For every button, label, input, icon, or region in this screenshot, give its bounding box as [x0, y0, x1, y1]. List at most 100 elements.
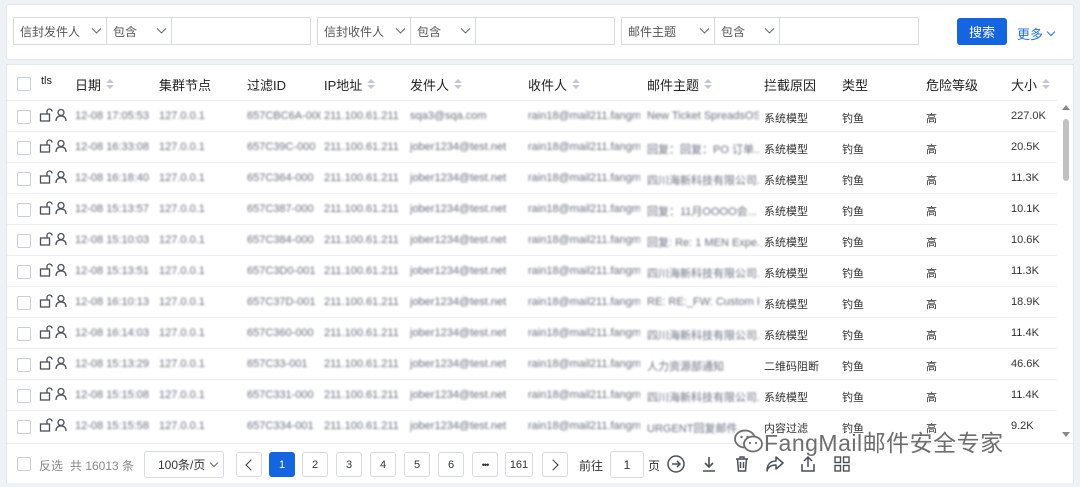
goto-arrow-icon[interactable]	[666, 454, 686, 474]
download-icon[interactable]	[699, 454, 719, 474]
scroll-thumb[interactable]	[1063, 119, 1069, 181]
cell-type: 钓鱼	[842, 268, 864, 280]
sort-icon[interactable]	[367, 79, 376, 90]
page-button[interactable]: 1	[269, 452, 295, 477]
page-button[interactable]: 161	[505, 452, 533, 477]
table-row[interactable]: 12-08 15:13:57 127.0.0.1 657C387-000 211.10…	[7, 194, 1057, 225]
col-date[interactable]: 日期	[75, 75, 115, 94]
table-row[interactable]: 12-08 15:13:51 127.0.0.1 657C3D0-001 211.10…	[7, 256, 1057, 287]
col-recipient[interactable]: 收件人	[528, 75, 581, 94]
row-checkbox[interactable]	[17, 110, 31, 124]
row-checkbox[interactable]	[17, 420, 31, 434]
more-filters-link[interactable]: 更多	[1017, 24, 1056, 43]
page-button[interactable]: 2	[302, 452, 328, 477]
cell-type: 钓鱼	[842, 330, 864, 342]
page-button[interactable]: 5	[404, 452, 430, 477]
page-size-select[interactable]: 100条/页	[144, 451, 224, 478]
sort-icon[interactable]	[572, 79, 581, 90]
cell-node: 127.0.0.1	[159, 420, 205, 432]
scroll-up-icon[interactable]	[1062, 105, 1070, 110]
filter-field-select[interactable]: 信封发件人	[13, 17, 107, 45]
cell-reason: 系统模型	[764, 392, 808, 404]
table-row[interactable]: 12-08 16:10:13 127.0.0.1 657C37D-001 211.10…	[7, 287, 1057, 318]
col-node: 集群节点	[159, 78, 212, 93]
row-checkbox[interactable]	[17, 141, 31, 155]
cell-type: 钓鱼	[842, 175, 864, 187]
row-checkbox[interactable]	[17, 327, 31, 341]
row-checkbox[interactable]	[17, 296, 31, 310]
unlock-icon	[39, 325, 53, 342]
user-icon	[55, 294, 67, 311]
filter-bar: 信封发件人 包含 信封收件人 包含 邮件主题 包含 搜索 更多	[6, 4, 1074, 60]
table-row[interactable]: 12-08 16:33:08 127.0.0.1 657C39C-000 211.10…	[7, 132, 1057, 163]
user-icon	[55, 108, 67, 125]
unlock-icon	[39, 108, 53, 125]
row-checkbox[interactable]	[17, 203, 31, 217]
watermark: FangMail邮件安全专家	[734, 424, 1004, 458]
goto-label: 前往	[579, 459, 604, 473]
page-button[interactable]: 3	[336, 452, 362, 477]
invert-select-checkbox[interactable]	[17, 457, 31, 471]
cell-sender: jober1234@test.net	[410, 420, 507, 432]
row-checkbox[interactable]	[17, 265, 31, 279]
page-ellipsis-button[interactable]: •••	[472, 452, 498, 477]
col-ip[interactable]: IP地址	[324, 75, 376, 94]
filter-field-select[interactable]: 邮件主题	[621, 17, 715, 45]
filter-value-input[interactable]	[171, 17, 311, 45]
cell-reason: 二维码阻断	[764, 361, 819, 373]
cell-ip: 211.100.61.211	[324, 389, 399, 401]
col-sender[interactable]: 发件人	[410, 75, 463, 94]
invert-select-label[interactable]: 反选	[39, 457, 63, 474]
cell-node: 127.0.0.1	[159, 234, 205, 246]
row-checkbox[interactable]	[17, 172, 31, 186]
cell-fid: 657C334-001	[247, 420, 314, 432]
vertical-scrollbar[interactable]	[1059, 101, 1073, 443]
cell-size: 227.0K	[1011, 110, 1046, 122]
page-button[interactable]: 4	[370, 452, 396, 477]
cell-type: 钓鱼	[842, 113, 864, 125]
page-button[interactable]: 6	[438, 452, 464, 477]
cell-node: 127.0.0.1	[159, 265, 205, 277]
table-row[interactable]: 12-08 16:18:40 127.0.0.1 657C364-000 211.10…	[7, 163, 1057, 194]
cell-date: 12-08 16:18:40	[75, 172, 150, 184]
cell-size: 18.9K	[1011, 296, 1040, 308]
filter-op-select[interactable]: 包含	[410, 17, 476, 45]
filter-value-input[interactable]	[475, 17, 615, 45]
table-row[interactable]: 12-08 15:13:29 127.0.0.1 657C33-001 211.100…	[7, 349, 1057, 380]
cell-subject: 回复：11月OOOO会...	[647, 206, 757, 218]
table-header: tls 日期 集群节点 过滤ID IP地址 发件人 收件人 邮件主题 拦截原因 …	[7, 65, 1057, 101]
cell-ip: 211.100.61.211	[324, 327, 399, 339]
filter-value-input[interactable]	[779, 17, 919, 45]
filter-field-select[interactable]: 信封收件人	[317, 17, 411, 45]
sort-icon[interactable]	[454, 79, 463, 90]
next-page-button[interactable]	[542, 452, 568, 477]
row-checkbox[interactable]	[17, 234, 31, 248]
col-size[interactable]: 大小	[1011, 75, 1051, 94]
user-icon	[55, 232, 67, 249]
sort-icon[interactable]	[1042, 79, 1051, 90]
table-row[interactable]: 12-08 15:15:08 127.0.0.1 657C331-000 211.10…	[7, 380, 1057, 411]
goto-page-input[interactable]: 1	[610, 451, 644, 478]
sort-icon[interactable]	[106, 79, 115, 90]
table-row[interactable]: 12-08 17:05:53 127.0.0.1 657CBC6A-000 211.1…	[7, 101, 1057, 132]
cell-sender: jober1234@test.net	[410, 172, 507, 184]
cell-date: 12-08 16:14:03	[75, 327, 150, 339]
table-row[interactable]: 12-08 16:14:03 127.0.0.1 657C360-000 211.10…	[7, 318, 1057, 349]
prev-page-button[interactable]	[236, 452, 262, 477]
filter-op-select[interactable]: 包含	[714, 17, 780, 45]
search-button[interactable]: 搜索	[957, 18, 1007, 45]
cell-sender: sqa3@sqa.com	[410, 110, 487, 122]
scroll-down-icon[interactable]	[1062, 432, 1070, 437]
col-subject[interactable]: 邮件主题	[647, 75, 713, 94]
cell-reason: 系统模型	[764, 113, 808, 125]
cell-subject: 四川海新科技有限公司...	[647, 268, 759, 280]
filter-op-select[interactable]: 包含	[106, 17, 172, 45]
table-row[interactable]: 12-08 15:10:03 127.0.0.1 657C384-000 211.10…	[7, 225, 1057, 256]
sort-icon[interactable]	[704, 79, 713, 90]
row-checkbox[interactable]	[17, 358, 31, 372]
cell-node: 127.0.0.1	[159, 296, 205, 308]
cell-fid: 657C360-000	[247, 327, 314, 339]
cell-fid: 657C364-000	[247, 172, 314, 184]
row-checkbox[interactable]	[17, 389, 31, 403]
select-all-checkbox[interactable]	[17, 77, 31, 91]
